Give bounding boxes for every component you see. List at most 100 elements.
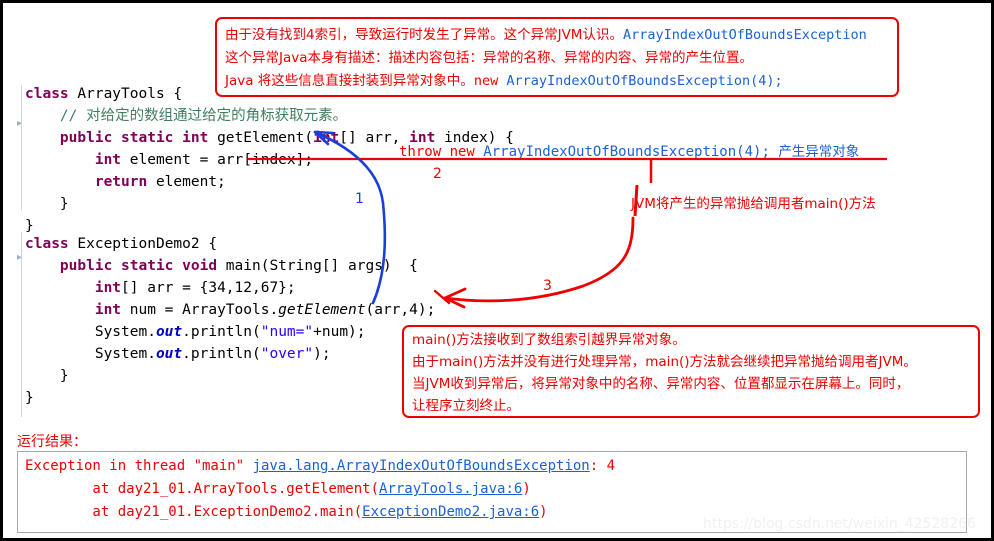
code-token: return bbox=[94, 174, 156, 190]
code-token: class bbox=[25, 236, 78, 252]
code-line: } bbox=[25, 193, 514, 215]
code-token: +num); bbox=[313, 324, 366, 340]
code-token: out bbox=[155, 346, 183, 362]
bottom-annotation-line-1-text: main()方法接收到了数组索引越界异常对象。 bbox=[412, 332, 686, 348]
console-trace-2-link[interactable]: ExceptionDemo2.java:6 bbox=[362, 504, 539, 520]
code-token: "over" bbox=[260, 346, 314, 362]
bottom-annotation-line-1: main()方法接收到了数组索引越界异常对象。 bbox=[412, 330, 686, 351]
top-annotation-line-1: 由于没有找到4索引，导致运行时发生了异常。这个异常JVM认识。ArrayInde… bbox=[225, 25, 867, 46]
bottom-annotation-line-2: 由于main()方法并没有进行处理异常，main()方法就会继续把异常抛给调用者… bbox=[412, 352, 917, 373]
code-token: public static void bbox=[59, 258, 226, 274]
top-annotation-line-3-new: new bbox=[473, 73, 507, 89]
step-number-1: 1 bbox=[355, 191, 364, 207]
code-token: main(String[] args) { bbox=[225, 258, 418, 274]
console-trace-2-suffix: ) bbox=[539, 504, 548, 520]
code-token: int bbox=[313, 130, 340, 146]
console-line-exception: Exception in thread "main" java.lang.Arr… bbox=[25, 458, 615, 474]
code-block-exceptiondemo2[interactable]: class ExceptionDemo2 { public static voi… bbox=[25, 233, 435, 409]
console-trace-1-link[interactable]: ArrayTools.java:6 bbox=[379, 481, 522, 497]
code-line: } bbox=[25, 387, 435, 409]
red-cross-stroke bbox=[433, 289, 451, 305]
code-token: int bbox=[94, 152, 130, 168]
code-token: } bbox=[25, 196, 69, 212]
code-token: getElement bbox=[278, 302, 366, 318]
code-token: element = arr[index]; bbox=[129, 152, 314, 168]
code-token: getElement( bbox=[217, 130, 314, 146]
code-line: int[] arr = {34,12,67}; bbox=[25, 277, 435, 299]
result-label-text: 运行结果： bbox=[17, 434, 87, 450]
code-token: ); bbox=[313, 346, 331, 362]
code-token: } bbox=[25, 390, 34, 406]
console-trace-2-prefix: at day21_01.ExceptionDemo2.main( bbox=[25, 504, 363, 520]
top-annotation-line-3-red: Java 将这些信息直接封装到异常对象中。 bbox=[225, 73, 474, 89]
code-token: .println( bbox=[182, 346, 261, 362]
code-token: num = ArrayTools. bbox=[129, 302, 279, 318]
code-token: .println( bbox=[182, 324, 261, 340]
code-token: element; bbox=[155, 174, 226, 190]
top-annotation-line-3: Java 将这些信息直接封装到异常对象中。new ArrayIndexOutOf… bbox=[225, 71, 783, 92]
screenshot-root: ▸ ▸ class ArrayTools { // 对给定的数组通过给定的角标获… bbox=[0, 0, 994, 541]
red-return-arrowhead bbox=[443, 287, 467, 309]
step-number-3-text: 3 bbox=[543, 278, 552, 294]
fold-marker-top[interactable]: ▸ bbox=[17, 118, 22, 129]
top-annotation-line-2: 这个异常Java本身有描述：描述内容包括：异常的名称、异常的内容、异常的产生位置… bbox=[225, 48, 753, 69]
throw-annotation: throw new ArrayIndexOutOfBoundsException… bbox=[399, 140, 859, 160]
step-number-3: 3 bbox=[543, 278, 552, 294]
console-exception-message: : 4 bbox=[589, 458, 616, 474]
step-number-2-text: 2 bbox=[433, 166, 442, 182]
code-token: } bbox=[25, 368, 69, 384]
result-label: 运行结果： bbox=[17, 431, 87, 451]
code-token: // 对给定的数组通过给定的角标获取元素。 bbox=[25, 108, 348, 124]
code-token: [] arr = {34,12,67}; bbox=[121, 280, 296, 296]
throw-annotation-keyword: throw new bbox=[399, 144, 484, 160]
jvm-annotation-text: JVM将产生的异常抛给调用者main()方法 bbox=[631, 196, 876, 212]
bottom-annotation-line-3: 当JVM收到异常后，将异常对象中的名称、异常内容、位置都显示在屏幕上。同时， bbox=[412, 374, 909, 395]
code-token: int bbox=[94, 280, 122, 296]
code-token: ExceptionDemo2 { bbox=[77, 236, 218, 252]
code-line: int num = ArrayTools.getElement(arr,4); bbox=[25, 299, 435, 321]
code-token: (arr,4); bbox=[365, 302, 436, 318]
code-line: // 对给定的数组通过给定的角标获取元素。 bbox=[25, 105, 514, 127]
top-annotation-line-2-text: 这个异常Java本身有描述：描述内容包括：异常的名称、异常的内容、异常的产生位置… bbox=[225, 50, 754, 66]
code-token: out bbox=[155, 324, 183, 340]
step-number-1-text: 1 bbox=[355, 191, 364, 207]
console-trace-1-suffix: ) bbox=[522, 481, 531, 497]
top-annotation-line-3-classname: ArrayIndexOutOfBoundsException(4); bbox=[506, 73, 783, 89]
console-exception-prefix: Exception in thread "main" bbox=[25, 458, 253, 474]
console-exception-class-link[interactable]: java.lang.ArrayIndexOutOfBoundsException bbox=[253, 458, 590, 474]
code-line: System.out.println("num="+num); bbox=[25, 321, 435, 343]
bottom-annotation-line-4: 让程序立刻终止。 bbox=[412, 396, 520, 417]
code-token: System. bbox=[25, 324, 156, 340]
jvm-annotation: JVM将产生的异常抛给调用者main()方法 bbox=[631, 192, 876, 212]
console-line-trace-1: at day21_01.ArrayTools.getElement(ArrayT… bbox=[25, 481, 531, 497]
code-token: System. bbox=[25, 346, 156, 362]
console-trace-1-prefix: at day21_01.ArrayTools.getElement( bbox=[25, 481, 380, 497]
code-gutter-top bbox=[21, 85, 22, 210]
top-annotation-line-1-classname: ArrayIndexOutOfBoundsException bbox=[622, 27, 867, 43]
console-line-trace-2: at day21_01.ExceptionDemo2.main(Exceptio… bbox=[25, 504, 548, 520]
code-line: } bbox=[25, 365, 435, 387]
code-token: } bbox=[25, 218, 34, 234]
bottom-annotation-line-4-text: 让程序立刻终止。 bbox=[412, 398, 520, 414]
code-line: System.out.println("over"); bbox=[25, 343, 435, 365]
code-token: "num=" bbox=[260, 324, 314, 340]
bottom-annotation-line-3-text: 当JVM收到异常后，将异常对象中的名称、异常内容、位置都显示在屏幕上。同时， bbox=[412, 376, 910, 392]
bottom-annotation-line-2-text: 由于main()方法并没有进行处理异常，main()方法就会继续把异常抛给调用者… bbox=[412, 354, 917, 370]
throw-annotation-note: 产生异常对象 bbox=[778, 144, 860, 160]
code-token: public static int bbox=[59, 130, 218, 146]
code-token: ArrayTools { bbox=[77, 86, 183, 102]
fold-marker-bottom[interactable]: ▸ bbox=[17, 252, 22, 263]
throw-annotation-classname: ArrayIndexOutOfBoundsException(4); bbox=[483, 144, 779, 160]
code-block-arraytools[interactable]: class ArrayTools { // 对给定的数组通过给定的角标获取元素。… bbox=[25, 83, 514, 237]
code-line: class ExceptionDemo2 { bbox=[25, 233, 435, 255]
step-number-2: 2 bbox=[433, 166, 442, 182]
csdn-watermark: https://blog.csdn.net/weixin_42528266 bbox=[703, 516, 976, 532]
top-annotation-line-1-red: 由于没有找到4索引，导致运行时发生了异常。这个异常JVM认识。 bbox=[225, 27, 623, 43]
code-line: public static void main(String[] args) { bbox=[25, 255, 435, 277]
code-token: class bbox=[25, 86, 78, 102]
